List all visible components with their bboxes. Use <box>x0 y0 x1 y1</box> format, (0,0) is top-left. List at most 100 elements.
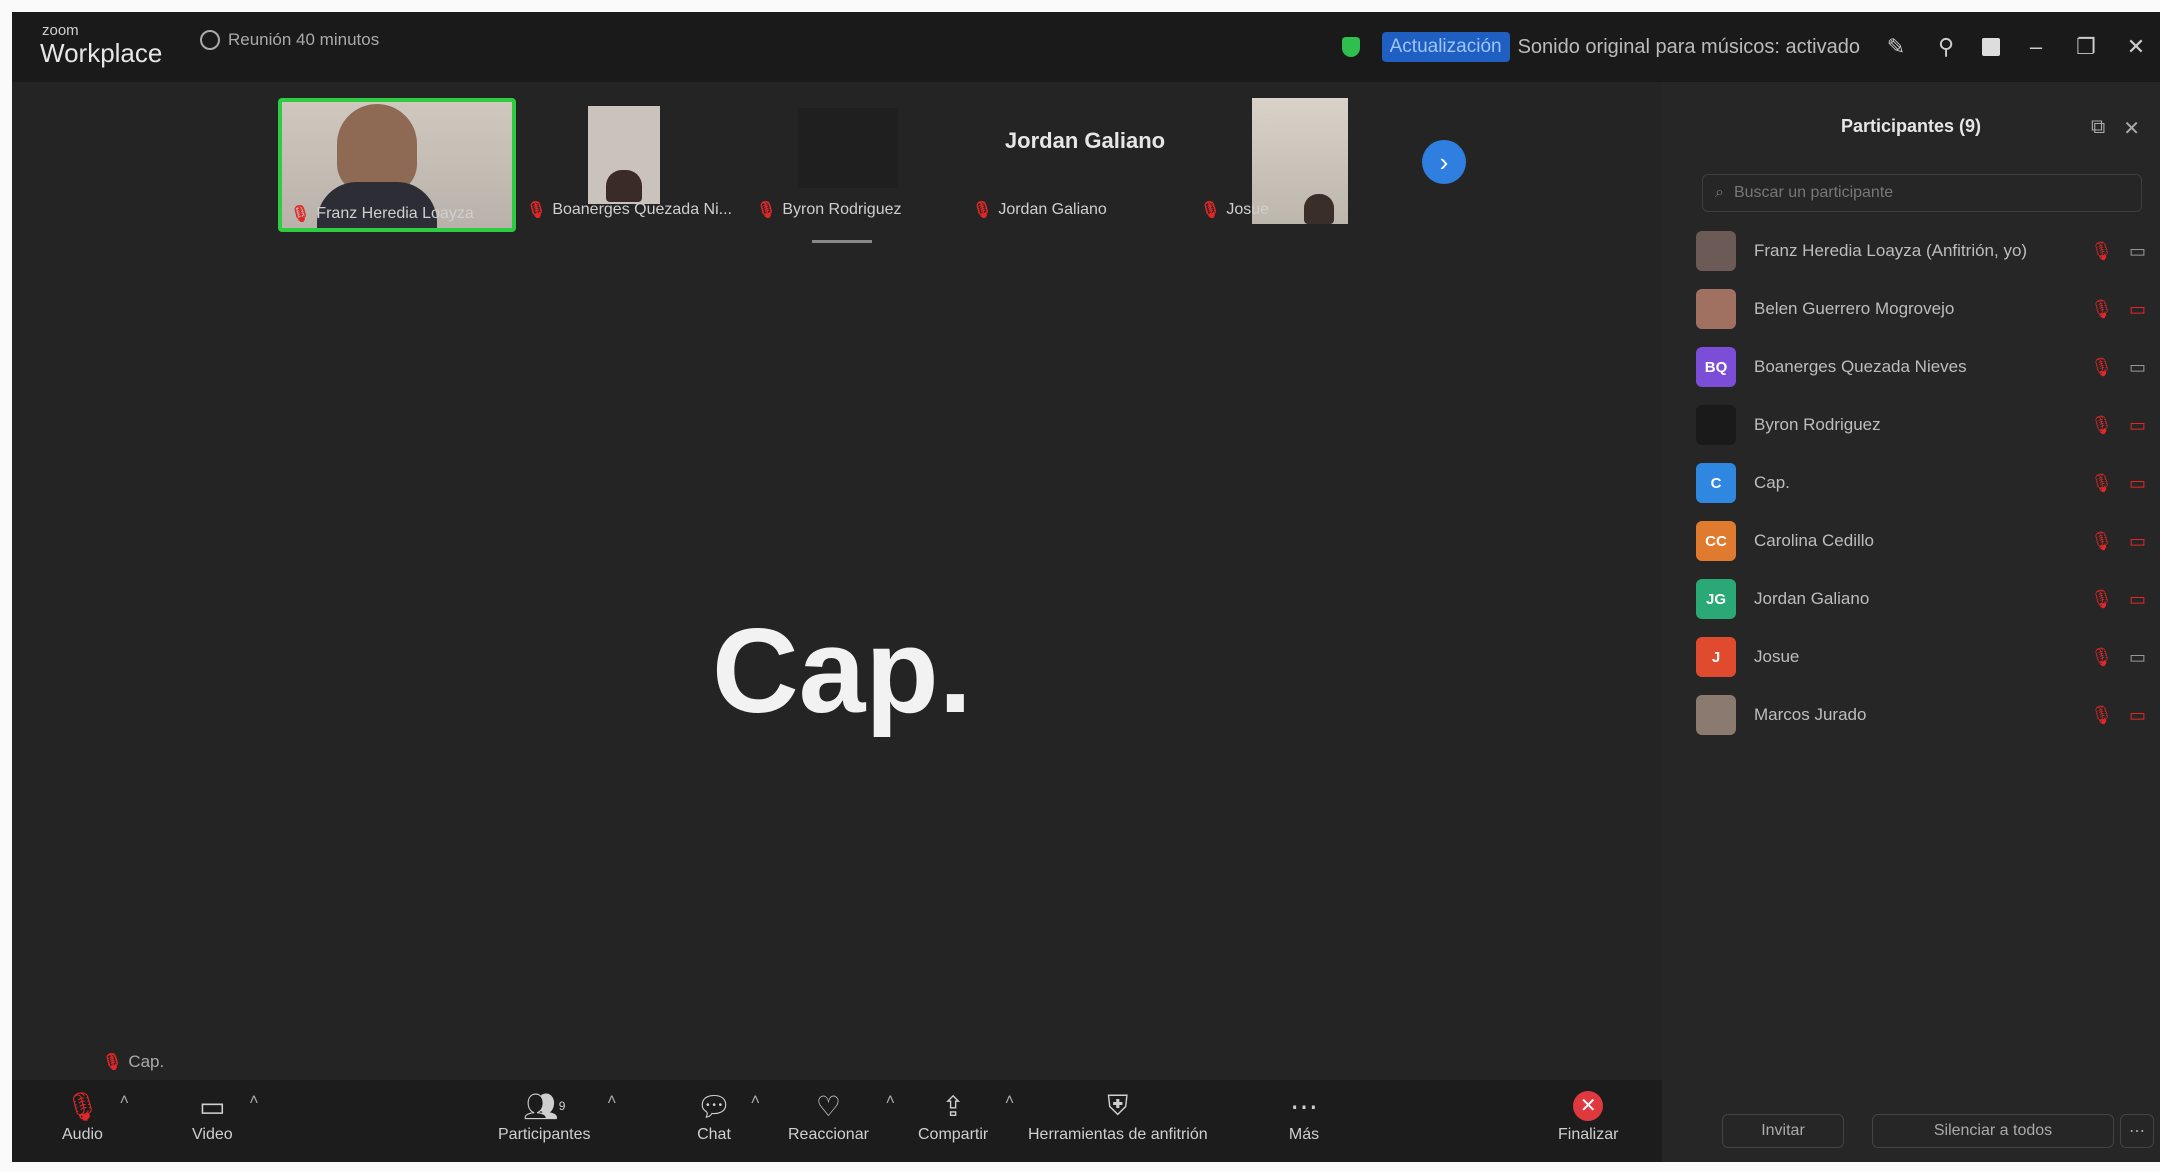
participant-name: Franz Heredia Loayza (Anfitrión, yo) <box>1754 241 2028 260</box>
shield-icon: ⛨ <box>1107 1089 1129 1121</box>
participant-status-icons: 🎙︎ ▭ <box>2090 357 2146 378</box>
zoom-window: zoom Workplace Reunión 40 minutos Actual… <box>12 12 2160 1162</box>
participant-row[interactable]: CC Carolina Cedillo 🎙︎ ▭ <box>1696 512 2146 570</box>
mic-muted-icon: 🎙︎ <box>2090 414 2113 435</box>
participant-row[interactable]: Belen Guerrero Mogrovejo 🎙︎ ▭ <box>1696 280 2146 338</box>
mic-muted-icon: 🎙︎ <box>290 206 311 223</box>
close-icon: ✕ <box>1573 1091 1604 1121</box>
more-button[interactable]: ⋯ Más <box>1284 1086 1324 1144</box>
tile-name: Jordan Galiano <box>998 201 1107 218</box>
avatar <box>1696 289 1736 329</box>
search-input[interactable]: Buscar un participante <box>1734 184 1893 202</box>
pin-icon[interactable]: ⚲ <box>1932 34 1960 60</box>
camera-off-icon: ▭ <box>2128 530 2146 551</box>
participant-row[interactable]: J Josue 🎙︎ ▭ <box>1696 628 2146 686</box>
status-area: Actualización Sonido original para músic… <box>1381 32 1860 62</box>
invite-button[interactable]: Invitar <box>1722 1114 1844 1148</box>
view-grid-icon[interactable] <box>1982 38 2000 56</box>
camera-icon: ▭ <box>2128 646 2146 667</box>
participant-name: Byron Rodriguez <box>1754 415 1881 434</box>
chat-bubble-icon: 💬︎ <box>696 1090 732 1122</box>
panel-header-icons: ⧉ ✕ <box>2091 116 2140 141</box>
person-head <box>337 104 417 194</box>
scroll-indicator <box>812 240 872 243</box>
video-tile[interactable]: 🎙︎ Franz Heredia Loayza <box>278 98 516 232</box>
participants-button[interactable]: 👥︎ 9 Participantes ˄ <box>498 1086 617 1144</box>
avatar: BQ <box>1696 347 1736 387</box>
participant-row[interactable]: Marcos Jurado 🎙︎ ▭ <box>1696 686 2146 744</box>
tile-name: Franz Heredia Loayza <box>316 205 474 222</box>
end-icon-wrap: ✕ <box>1568 1086 1608 1126</box>
chat-label: Chat <box>697 1126 731 1143</box>
security-shield-icon[interactable] <box>1341 37 1360 57</box>
more-options-icon[interactable]: ⋯ <box>2120 1114 2154 1148</box>
share-screen-icon: ⇪ <box>941 1090 965 1122</box>
react-button[interactable]: ♡ Reaccionar ˄ <box>788 1086 895 1144</box>
more-dots-icon: ⋯ <box>1290 1090 1318 1122</box>
pencil-icon[interactable]: ✎ <box>1882 34 1910 60</box>
title-bar-right: Actualización Sonido original para músic… <box>1341 22 2150 72</box>
video-tile[interactable]: 🎙︎ Boanerges Quezada Ni... <box>518 98 748 224</box>
app-logo: Workplace <box>40 38 163 68</box>
end-meeting-button[interactable]: ✕ Finalizar <box>1558 1086 1618 1144</box>
mic-muted-icon: 🎙︎ <box>2090 240 2113 261</box>
tile-name: Byron Rodriguez <box>782 201 902 218</box>
chevron-up-icon[interactable]: ˄ <box>886 1092 895 1110</box>
mic-muted-icon: 🎙︎ <box>1200 202 1221 219</box>
video-tile[interactable]: 🎙︎ Byron Rodriguez <box>748 98 978 224</box>
video-tile[interactable]: 🎙︎ Josue <box>1192 98 1422 224</box>
next-page-button[interactable]: › <box>1422 140 1466 184</box>
participant-search[interactable]: ⌕ Buscar un participante <box>1702 174 2142 212</box>
popout-icon[interactable]: ⧉ <box>2091 116 2105 141</box>
mute-all-button[interactable]: Silenciar a todos <box>1872 1114 2114 1148</box>
chevron-up-icon[interactable]: ˄ <box>249 1092 258 1110</box>
chevron-up-icon[interactable]: ˄ <box>607 1092 616 1110</box>
chevron-up-icon[interactable]: ˄ <box>120 1092 129 1110</box>
video-thumbnail-strip: 🎙︎ Franz Heredia Loayza 🎙︎ Boanerges Queza… <box>12 86 1662 256</box>
camera-icon: ▭ <box>2128 356 2146 377</box>
avatar <box>1696 231 1736 271</box>
heart-icon: ♡ <box>815 1090 842 1122</box>
minimize-icon[interactable]: – <box>2022 34 2050 60</box>
chat-button[interactable]: 💬︎ Chat ˄ <box>694 1086 760 1144</box>
participant-row[interactable]: Byron Rodriguez 🎙︎ ▭ <box>1696 396 2146 454</box>
mic-muted-icon: 🎙︎ <box>2090 298 2113 319</box>
meeting-timer: Reunión 40 minutos <box>200 30 379 50</box>
camera-off-icon: ▭ <box>2128 472 2146 493</box>
host-tools-label: Herramientas de anfitrión <box>1028 1126 1208 1143</box>
camera-icon: ▭ <box>199 1090 226 1122</box>
mic-muted-icon: 🎙︎ <box>102 1054 123 1071</box>
close-icon[interactable]: ✕ <box>2123 116 2140 141</box>
app-logo-small: zoom <box>42 22 79 39</box>
mic-muted-icon: 🎙︎ <box>2090 588 2113 609</box>
participants-count: 9 <box>558 1099 566 1113</box>
close-window-icon[interactable]: ✕ <box>2122 34 2150 60</box>
participant-row[interactable]: C Cap. 🎙︎ ▭ <box>1696 454 2146 512</box>
active-speaker-name: Cap. <box>712 604 973 738</box>
end-label: Finalizar <box>1558 1126 1619 1143</box>
maximize-icon[interactable]: ❐ <box>2072 34 2100 60</box>
tile-name: Josue <box>1226 201 1270 218</box>
stage-label: 🎙︎ Cap. <box>102 1052 164 1072</box>
more-label: Más <box>1288 1126 1320 1143</box>
person-head <box>606 170 642 202</box>
participant-row[interactable]: JG Jordan Galiano 🎙︎ ▭ <box>1696 570 2146 628</box>
participant-name: Jordan Galiano <box>1754 589 1870 608</box>
chevron-up-icon[interactable]: ˄ <box>751 1092 760 1110</box>
video-tile[interactable]: Jordan Galiano 🎙︎ Jordan Galiano <box>970 98 1200 224</box>
share-button[interactable]: ⇪ Compartir ˄ <box>918 1086 1014 1144</box>
participant-list: Franz Heredia Loayza (Anfitrión, yo) 🎙︎ ▭ B… <box>1696 222 2146 744</box>
video-button[interactable]: ▭ Video ˄ <box>192 1086 259 1144</box>
tile-display-name: Jordan Galiano <box>1004 128 1166 153</box>
timer-text: Reunión 40 minutos <box>228 30 380 49</box>
host-tools-button[interactable]: ⛨ Herramientas de anfitrión <box>1028 1086 1208 1144</box>
camera-off-icon: ▭ <box>2128 414 2146 435</box>
update-button[interactable]: Actualización <box>1381 32 1510 62</box>
clock-icon <box>200 30 220 50</box>
audio-button[interactable]: 🎙︎ Audio ˄ <box>62 1086 129 1144</box>
participant-row[interactable]: BQ Boanerges Quezada Nieves 🎙︎ ▭ <box>1696 338 2146 396</box>
participant-row[interactable]: Franz Heredia Loayza (Anfitrión, yo) 🎙︎ ▭ <box>1696 222 2146 280</box>
chevron-up-icon[interactable]: ˄ <box>1005 1092 1014 1110</box>
mic-muted-icon: 🎙︎ <box>64 1090 101 1122</box>
participant-status-icons: 🎙︎ ▭ <box>2090 473 2146 494</box>
